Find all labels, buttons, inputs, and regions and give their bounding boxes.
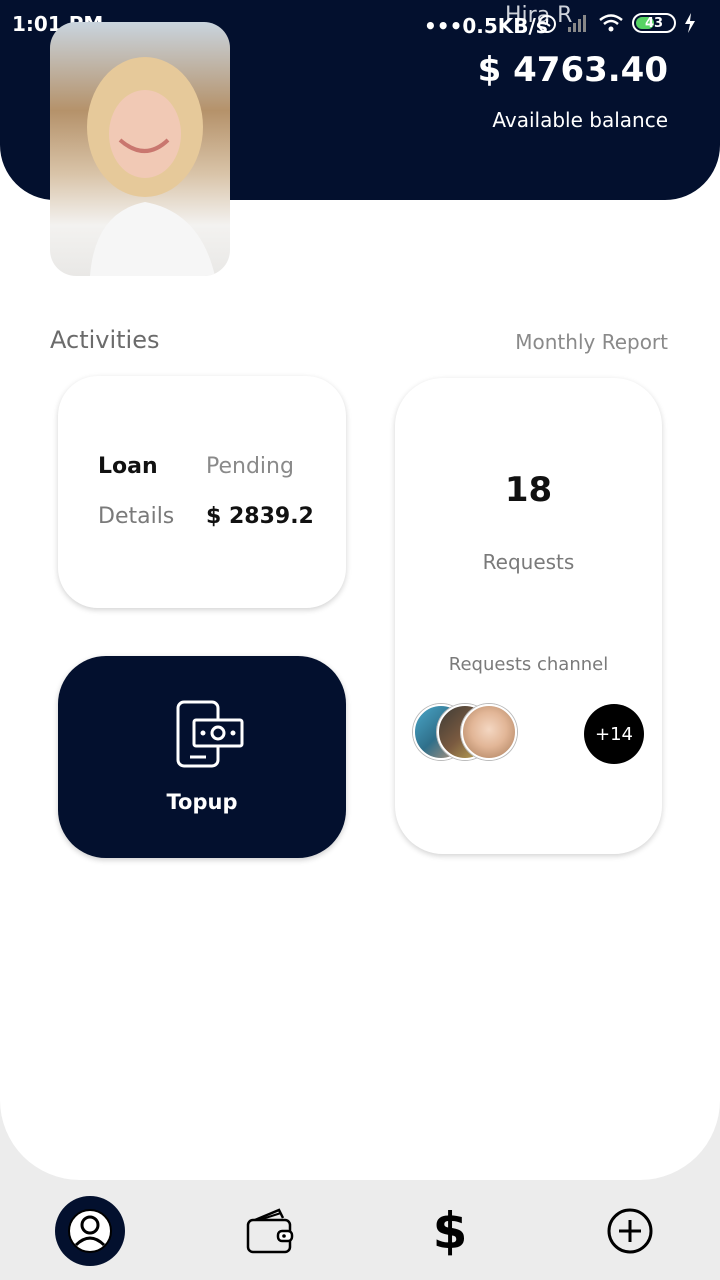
alarm-icon bbox=[538, 15, 556, 33]
balance-amount: $ 4763.40 bbox=[477, 50, 668, 90]
profile-photo[interactable] bbox=[50, 22, 230, 276]
loan-card[interactable]: Loan Pending Details $ 2839.2 bbox=[58, 376, 346, 608]
battery-level: 43 bbox=[644, 15, 664, 31]
activities-title: Activities bbox=[50, 326, 160, 354]
nav-wallet-button[interactable] bbox=[235, 1196, 305, 1266]
wifi-icon bbox=[599, 14, 623, 32]
mobile-money-icon bbox=[176, 700, 244, 768]
profile-person-illustration bbox=[87, 57, 215, 276]
nav-payments-button[interactable]: $ bbox=[415, 1196, 485, 1266]
balance-label: Available balance bbox=[492, 108, 668, 132]
nav-profile-button[interactable] bbox=[55, 1196, 125, 1266]
requests-count: 18 bbox=[504, 470, 553, 510]
profile-icon bbox=[68, 1209, 112, 1253]
loan-key: Loan bbox=[98, 454, 158, 479]
charging-icon bbox=[685, 13, 695, 33]
topup-label: Topup bbox=[166, 790, 238, 814]
battery-icon: 43 bbox=[632, 13, 676, 33]
signal-icon bbox=[568, 15, 586, 32]
topup-button[interactable]: Topup bbox=[58, 656, 346, 858]
loan-status: Pending bbox=[206, 454, 294, 479]
monthly-report-link[interactable]: Monthly Report bbox=[515, 330, 668, 354]
more-requests-badge[interactable]: +14 bbox=[584, 704, 644, 764]
wallet-icon bbox=[246, 1208, 294, 1254]
loan-amount: $ 2839.2 bbox=[206, 504, 314, 529]
dollar-icon: $ bbox=[432, 1202, 468, 1260]
status-network-speed: •••0.5KB/s bbox=[424, 14, 548, 38]
add-circle-icon bbox=[607, 1208, 653, 1254]
screen: 1:01 PM Hira R •••0.5KB/s 43 $ 4763.40 A… bbox=[0, 0, 720, 1280]
requests-channel-label: Requests channel bbox=[448, 654, 609, 675]
requests-card[interactable]: 18 Requests Requests channel +14 bbox=[395, 378, 662, 854]
details-key: Details bbox=[98, 504, 175, 529]
nav-add-button[interactable] bbox=[595, 1196, 665, 1266]
requests-label: Requests bbox=[482, 550, 575, 574]
bottom-nav: $ bbox=[0, 1180, 720, 1280]
avatar[interactable] bbox=[461, 704, 517, 760]
status-icons: 43 bbox=[536, 12, 696, 34]
